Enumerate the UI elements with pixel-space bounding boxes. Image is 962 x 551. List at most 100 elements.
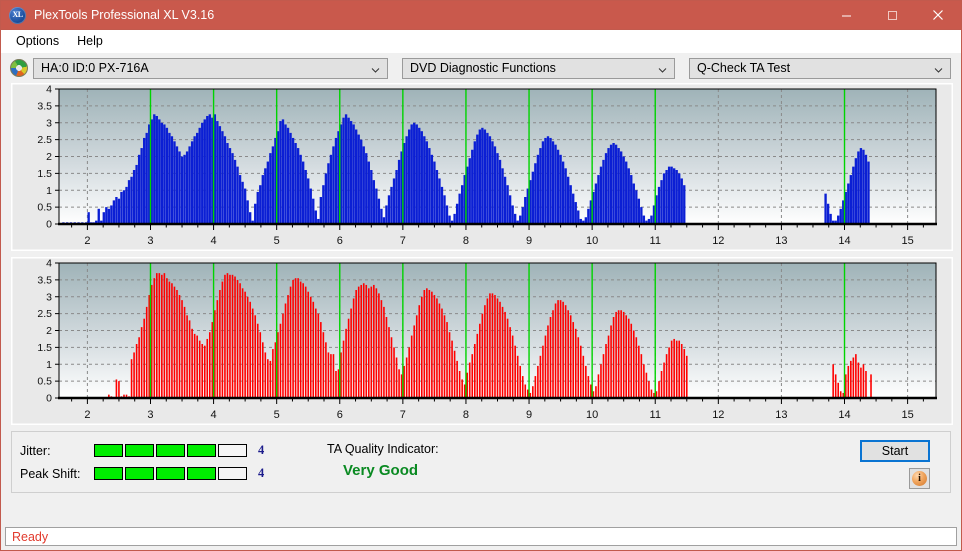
jitter-meter (94, 444, 247, 457)
svg-text:4: 4 (46, 258, 52, 270)
app-icon: XL (9, 6, 26, 24)
peak-shift-label: Peak Shift: (20, 466, 81, 481)
svg-text:0.5: 0.5 (37, 202, 52, 214)
maximize-icon[interactable] (869, 1, 915, 29)
svg-text:2: 2 (46, 325, 52, 337)
svg-text:3.5: 3.5 (37, 274, 52, 286)
test-select-value: Q-Check TA Test (697, 61, 791, 75)
svg-text:7: 7 (400, 409, 406, 421)
svg-text:3: 3 (46, 291, 52, 303)
svg-text:1.5: 1.5 (37, 342, 52, 354)
svg-text:6: 6 (337, 235, 343, 247)
svg-text:12: 12 (712, 409, 724, 421)
peak-shift-value: 4 (258, 466, 265, 480)
svg-text:0: 0 (46, 393, 52, 405)
svg-text:12: 12 (712, 235, 724, 247)
drive-select[interactable]: HA:0 ID:0 PX-716A (33, 57, 388, 79)
peak-shift-chart-panel: 0 0.5 1 1.5 2 2.5 3 3.5 4 2 3 4 5 6 7 8 9 10 11 12 13 14 15 (11, 257, 953, 425)
meter-segment (125, 467, 154, 480)
svg-text:1.5: 1.5 (37, 168, 52, 180)
meter-segment (218, 444, 247, 457)
svg-text:4: 4 (211, 235, 217, 247)
start-button[interactable]: Start (860, 440, 930, 462)
jitter-chart-panel: 0 0.5 1 1.5 2 2.5 3 3.5 4 2 3 4 5 6 7 8 9 10 11 12 13 14 15 (11, 83, 953, 251)
peak-shift-row: Peak Shift: 4 (20, 466, 264, 481)
svg-text:15: 15 (901, 409, 913, 421)
peak-shift-chart: 0 0.5 1 1.5 2 2.5 3 3.5 4 2 3 4 5 6 7 8 9 10 11 12 13 14 15 (12, 258, 952, 424)
svg-text:0.5: 0.5 (37, 376, 52, 388)
minimize-icon[interactable] (823, 1, 869, 29)
chevron-down-icon (658, 64, 667, 73)
function-select-value: DVD Diagnostic Functions (410, 61, 556, 75)
svg-text:2: 2 (84, 235, 90, 247)
chevron-down-icon (934, 64, 943, 73)
svg-text:10: 10 (586, 235, 598, 247)
svg-text:2.5: 2.5 (37, 134, 52, 146)
svg-text:2: 2 (46, 151, 52, 163)
svg-text:9: 9 (526, 409, 532, 421)
svg-text:8: 8 (463, 409, 469, 421)
svg-text:9: 9 (526, 235, 532, 247)
svg-text:8: 8 (463, 235, 469, 247)
drive-select-value: HA:0 ID:0 PX-716A (41, 61, 149, 75)
title-bar: XL PlexTools Professional XL V3.16 (1, 1, 961, 30)
svg-text:7: 7 (400, 235, 406, 247)
info-icon: i (912, 471, 927, 486)
svg-text:14: 14 (838, 409, 850, 421)
window-title: PlexTools Professional XL V3.16 (34, 8, 215, 22)
svg-text:0: 0 (46, 219, 52, 231)
status-text: Ready (12, 529, 49, 544)
svg-text:14: 14 (838, 235, 850, 247)
svg-text:6: 6 (337, 409, 343, 421)
test-select[interactable]: Q-Check TA Test (689, 57, 951, 79)
svg-text:2.5: 2.5 (37, 308, 52, 320)
plextools-window: XL PlexTools Professional XL V3.16 Optio… (0, 0, 962, 551)
ta-quality-value: Very Good (343, 462, 419, 479)
disc-icon (10, 59, 28, 77)
peak-shift-meter (94, 467, 247, 480)
svg-text:15: 15 (901, 235, 913, 247)
meter-segment (156, 444, 185, 457)
chevron-down-icon (371, 64, 380, 73)
svg-text:1: 1 (46, 359, 52, 371)
meter-segment (187, 444, 216, 457)
jitter-row: Jitter: 4 (20, 443, 264, 458)
app-icon-label: XL (12, 10, 23, 19)
svg-text:3: 3 (147, 235, 153, 247)
svg-text:4: 4 (211, 409, 217, 421)
charts-area: 0 0.5 1 1.5 2 2.5 3 3.5 4 2 3 4 5 6 7 8 9 10 11 12 13 14 15 00… (1, 83, 961, 425)
svg-text:5: 5 (274, 235, 280, 247)
svg-text:10: 10 (586, 409, 598, 421)
svg-text:2: 2 (84, 409, 90, 421)
window-controls (823, 1, 961, 29)
svg-text:13: 13 (775, 409, 787, 421)
close-icon[interactable] (915, 1, 961, 29)
jitter-value: 4 (258, 443, 265, 457)
results-panel: Jitter: 4 Peak Shift: 4 TA Quality Indic… (11, 431, 951, 493)
status-bar: Ready (5, 527, 957, 546)
svg-text:11: 11 (650, 235, 661, 247)
ta-quality-label: TA Quality Indicator: (327, 442, 439, 456)
svg-text:3.5: 3.5 (37, 100, 52, 112)
svg-text:4: 4 (46, 84, 52, 96)
meter-segment (94, 467, 123, 480)
meter-segment (218, 467, 247, 480)
meter-segment (125, 444, 154, 457)
jitter-label: Jitter: (20, 443, 51, 458)
svg-text:1: 1 (46, 185, 52, 197)
jitter-chart: 0 0.5 1 1.5 2 2.5 3 3.5 4 2 3 4 5 6 7 8 9 10 11 12 13 14 15 (12, 84, 952, 250)
function-select[interactable]: DVD Diagnostic Functions (402, 57, 675, 79)
ta-quality-block: TA Quality Indicator: Very Good (327, 442, 439, 479)
meter-segment (94, 444, 123, 457)
menu-bar: Options Help (1, 30, 961, 53)
menu-item-help[interactable]: Help (68, 32, 112, 50)
meter-segment (187, 467, 216, 480)
svg-text:13: 13 (775, 235, 787, 247)
info-button[interactable]: i (909, 468, 930, 489)
svg-text:3: 3 (147, 409, 153, 421)
svg-text:3: 3 (46, 117, 52, 129)
svg-text:11: 11 (650, 409, 661, 421)
toolbar: HA:0 ID:0 PX-716A DVD Diagnostic Functio… (1, 53, 961, 83)
meter-segment (156, 467, 185, 480)
menu-item-options[interactable]: Options (7, 32, 68, 50)
